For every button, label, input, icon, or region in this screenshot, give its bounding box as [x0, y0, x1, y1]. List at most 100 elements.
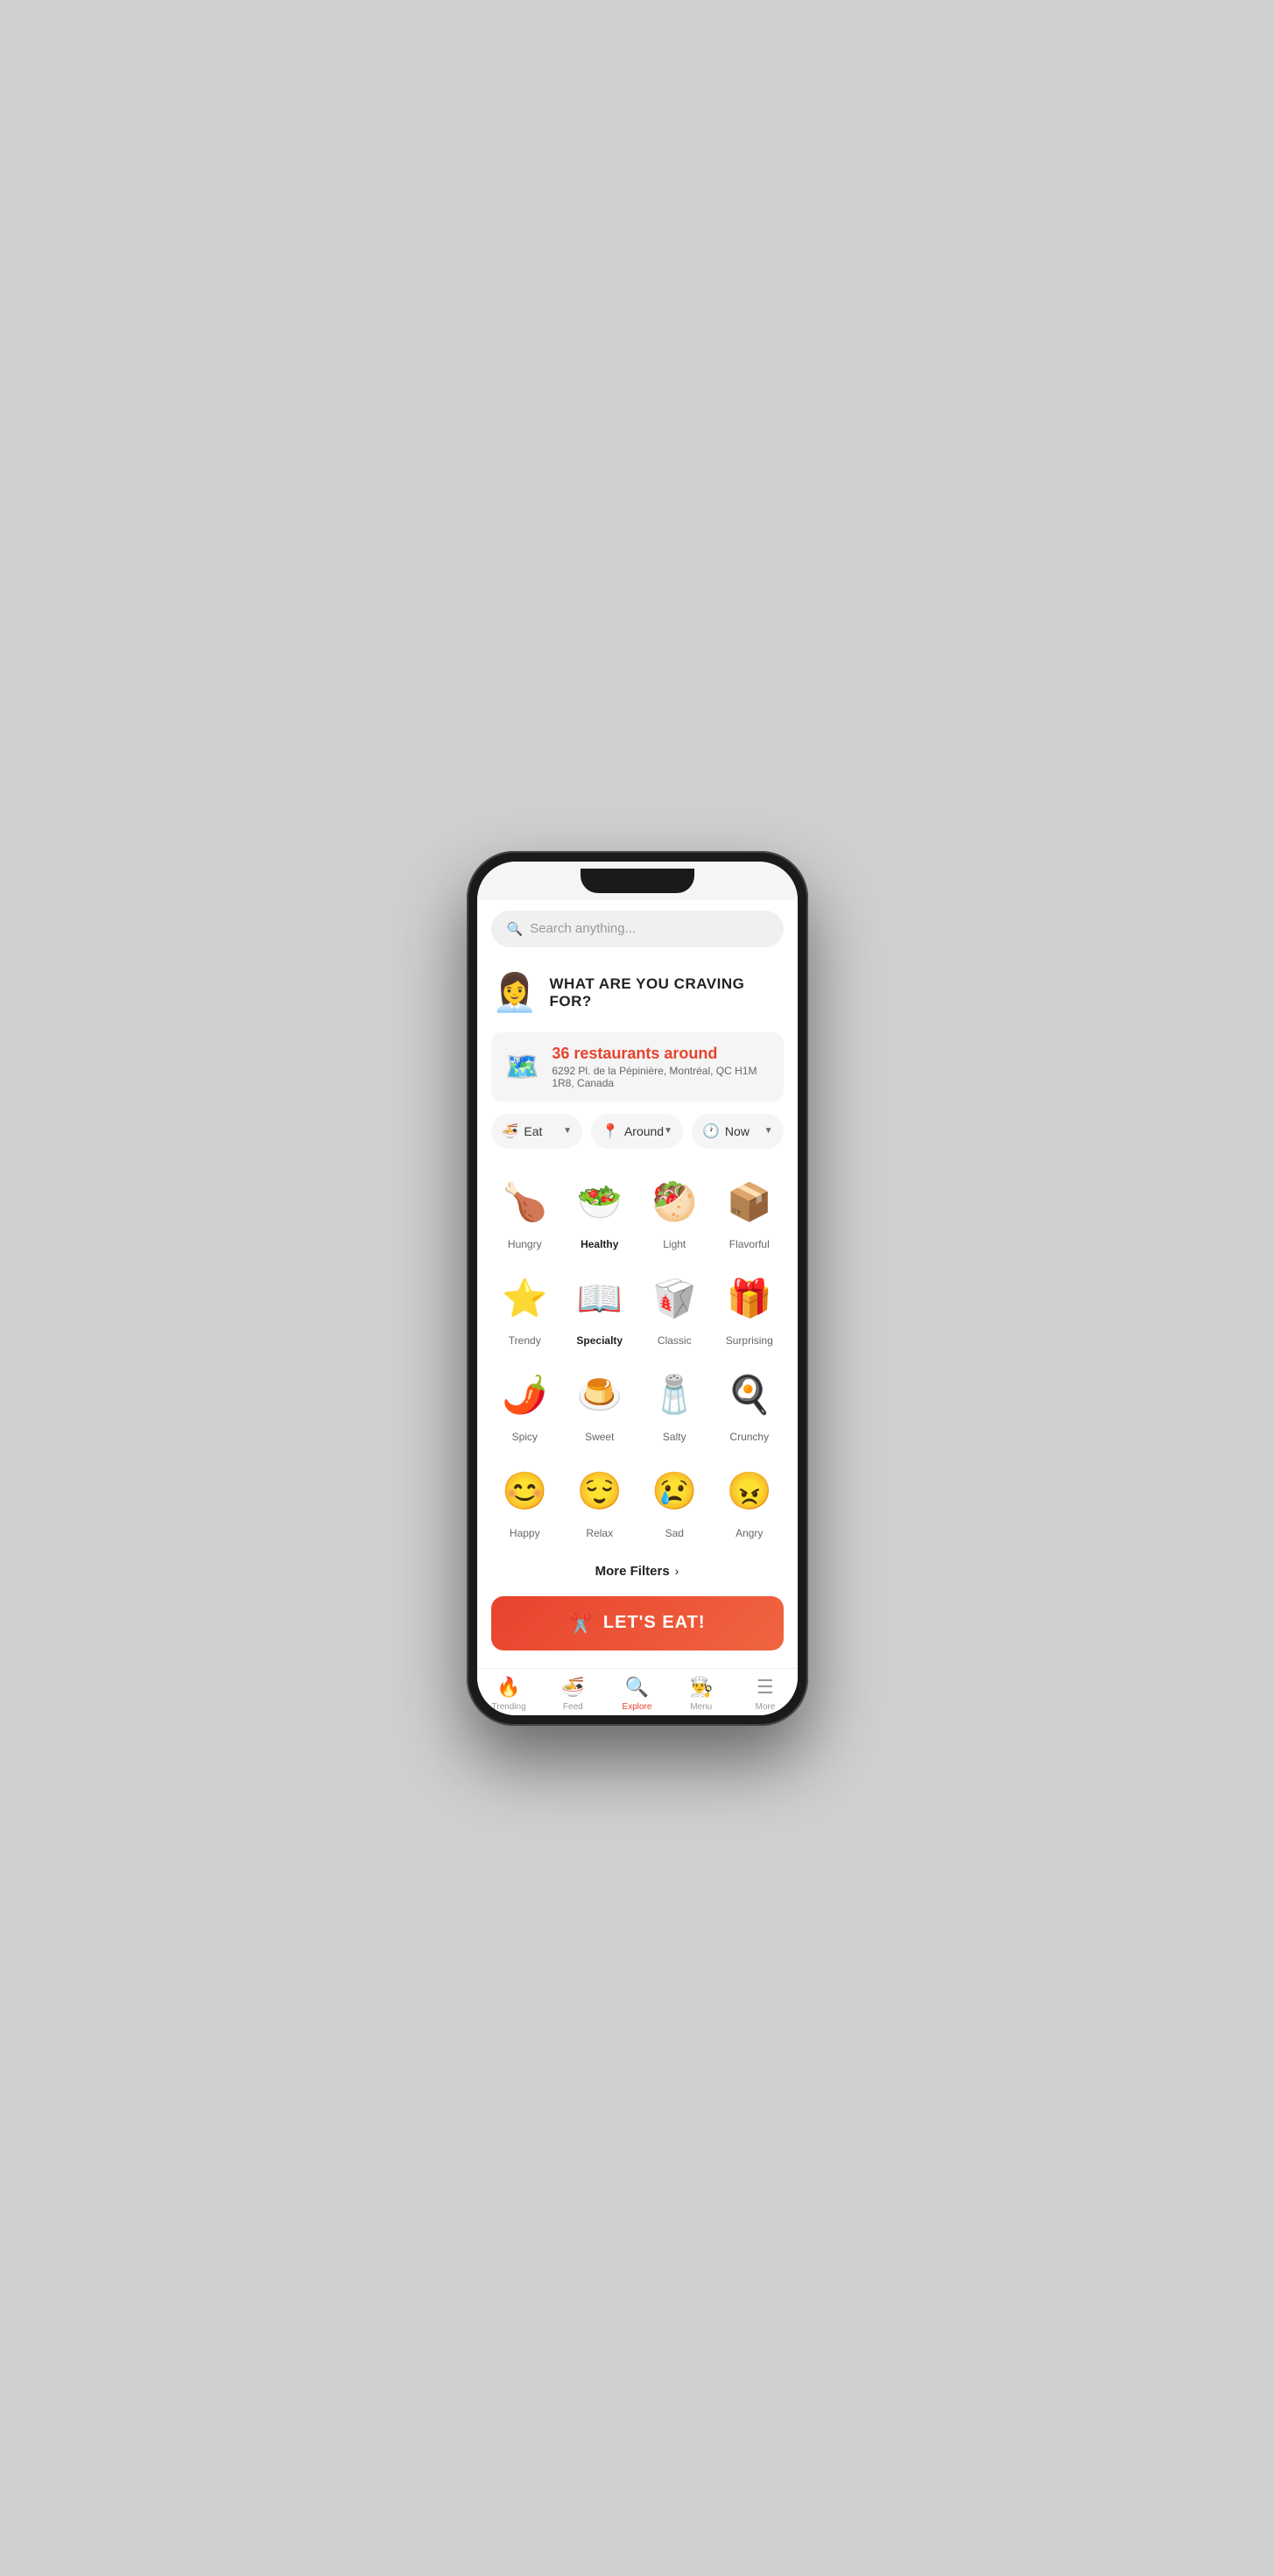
more-nav-icon: ☰ [757, 1676, 774, 1699]
category-item-surprising[interactable]: 🎁 Surprising [715, 1264, 784, 1354]
content-area: 🔍 Search anything... 👩‍💼 WHAT ARE YOU CR… [477, 900, 798, 1715]
location-address: 6292 Pl. de la Pépinière, Montréal, QC H… [552, 1065, 769, 1089]
flavorful-label: Flavorful [729, 1238, 770, 1250]
phone-frame: 🔍 Search anything... 👩‍💼 WHAT ARE YOU CR… [467, 851, 808, 1726]
nav-item-more[interactable]: ☰ More [733, 1676, 797, 1712]
trendy-label: Trendy [509, 1334, 541, 1347]
feed-nav-label: Feed [563, 1702, 583, 1712]
flavorful-icon: 📦 [721, 1175, 778, 1231]
nav-item-trending[interactable]: 🔥 Trending [477, 1676, 541, 1712]
relax-label: Relax [586, 1527, 613, 1539]
happy-icon: 😊 [496, 1464, 553, 1520]
eat-filter[interactable]: 🍜 Eat ▼ [491, 1114, 583, 1149]
happy-label: Happy [510, 1527, 540, 1539]
category-item-hungry[interactable]: 🍗 Hungry [491, 1168, 560, 1257]
category-item-healthy[interactable]: 🥗 Healthy [566, 1168, 634, 1257]
categories-grid: 🍗 Hungry 🥗 Healthy 🥙 Light 📦 Flavorful ⭐ Trendy 📖 S… [477, 1161, 798, 1553]
nav-item-menu[interactable]: 👨‍🍳 Menu [669, 1676, 733, 1712]
now-filter[interactable]: 🕐 Now ▼ [692, 1114, 784, 1149]
craving-section: 👩‍💼 WHAT ARE YOU CRAVING FOR? [477, 958, 798, 1032]
category-item-spicy[interactable]: 🌶️ Spicy [491, 1361, 560, 1450]
category-item-salty[interactable]: 🧂 Salty [641, 1361, 709, 1450]
hungry-label: Hungry [508, 1238, 542, 1250]
nav-item-feed[interactable]: 🍜 Feed [541, 1676, 605, 1712]
hungry-icon: 🍗 [496, 1175, 553, 1231]
surprising-label: Surprising [726, 1334, 773, 1347]
specialty-label: Specialty [576, 1334, 623, 1347]
healthy-icon: 🥗 [572, 1175, 628, 1231]
eat-icon: 🍜 [502, 1123, 519, 1140]
light-label: Light [663, 1238, 686, 1250]
eat-dropdown-arrow: ▼ [563, 1126, 572, 1136]
sad-label: Sad [665, 1527, 684, 1539]
explore-nav-icon: 🔍 [625, 1676, 649, 1699]
specialty-icon: 📖 [572, 1271, 628, 1327]
category-item-light[interactable]: 🥙 Light [641, 1168, 709, 1257]
trending-nav-label: Trending [492, 1702, 526, 1712]
map-icon: 🗺️ [505, 1050, 540, 1083]
spicy-label: Spicy [512, 1431, 538, 1443]
search-bar[interactable]: 🔍 Search anything... [491, 911, 784, 947]
crunchy-icon: 🍳 [721, 1368, 778, 1424]
trendy-icon: ⭐ [496, 1271, 553, 1327]
now-label: Now [725, 1124, 750, 1138]
craving-title: WHAT ARE YOU CRAVING FOR? [550, 975, 784, 1010]
more-filters-label: More Filters [595, 1564, 670, 1579]
avatar-figure: 👩‍💼 [492, 972, 538, 1015]
search-placeholder: Search anything... [530, 921, 636, 936]
nav-item-explore[interactable]: 🔍 Explore [605, 1676, 669, 1712]
location-banner[interactable]: 🗺️ 36 restaurants around 6292 Pl. de la … [491, 1032, 784, 1101]
location-count: 36 restaurants around [552, 1045, 769, 1063]
lets-eat-icon: ✂️ [568, 1612, 592, 1635]
trending-nav-icon: 🔥 [496, 1676, 520, 1699]
more-filters-btn[interactable]: More Filters › [477, 1553, 798, 1589]
more-nav-label: More [756, 1702, 776, 1712]
lets-eat-button[interactable]: ✂️ LET'S EAT! [491, 1596, 784, 1650]
category-item-trendy[interactable]: ⭐ Trendy [491, 1264, 560, 1354]
now-dropdown-arrow: ▼ [764, 1126, 773, 1136]
filter-dropdowns: 🍜 Eat ▼ 📍 Around ▼ 🕐 Now [477, 1101, 798, 1161]
around-dropdown-arrow: ▼ [664, 1126, 672, 1136]
phone-screen: 🔍 Search anything... 👩‍💼 WHAT ARE YOU CR… [477, 862, 798, 1715]
menu-nav-label: Menu [690, 1702, 712, 1712]
explore-nav-label: Explore [623, 1702, 652, 1712]
category-item-crunchy[interactable]: 🍳 Crunchy [715, 1361, 784, 1450]
sweet-label: Sweet [585, 1431, 614, 1443]
category-item-happy[interactable]: 😊 Happy [491, 1457, 560, 1546]
eat-label: Eat [524, 1124, 542, 1138]
category-item-sad[interactable]: 😢 Sad [641, 1457, 709, 1546]
sweet-icon: 🍮 [572, 1368, 628, 1424]
category-item-classic[interactable]: 🥡 Classic [641, 1264, 709, 1354]
healthy-label: Healthy [581, 1238, 618, 1250]
crunchy-label: Crunchy [729, 1431, 769, 1443]
angry-label: Angry [736, 1527, 763, 1539]
salty-label: Salty [663, 1431, 686, 1443]
spicy-icon: 🌶️ [496, 1368, 553, 1424]
category-item-relax[interactable]: 😌Relax [566, 1457, 634, 1546]
sad-icon: 😢 [646, 1464, 702, 1520]
salty-icon: 🧂 [646, 1368, 702, 1424]
notch-area [477, 862, 798, 900]
angry-icon: 😠 [721, 1464, 778, 1520]
more-filters-arrow: › [675, 1564, 679, 1578]
classic-icon: 🥡 [646, 1271, 702, 1327]
surprising-icon: 🎁 [721, 1271, 778, 1327]
light-icon: 🥙 [646, 1175, 702, 1231]
around-icon: 📍 [602, 1123, 619, 1140]
now-icon: 🕐 [702, 1123, 720, 1140]
menu-nav-icon: 👨‍🍳 [689, 1676, 713, 1699]
notch [581, 869, 694, 893]
bottom-nav: 🔥 Trending 🍜 Feed 🔍 Explore 👨‍🍳 Menu ☰ More [477, 1668, 798, 1715]
category-item-specialty[interactable]: 📖 Specialty [566, 1264, 634, 1354]
around-filter[interactable]: 📍 Around ▼ [591, 1114, 683, 1149]
location-info: 36 restaurants around 6292 Pl. de la Pép… [552, 1045, 769, 1089]
category-item-sweet[interactable]: 🍮 Sweet [566, 1361, 634, 1450]
category-item-flavorful[interactable]: 📦 Flavorful [715, 1168, 784, 1257]
category-item-angry[interactable]: 😠 Angry [715, 1457, 784, 1546]
search-icon: 🔍 [507, 921, 524, 937]
lets-eat-label: LET'S EAT! [603, 1613, 706, 1633]
avatar: 👩‍💼 [491, 965, 539, 1022]
feed-nav-icon: 🍜 [561, 1676, 585, 1699]
classic-label: Classic [658, 1334, 692, 1347]
around-label: Around [624, 1124, 664, 1138]
